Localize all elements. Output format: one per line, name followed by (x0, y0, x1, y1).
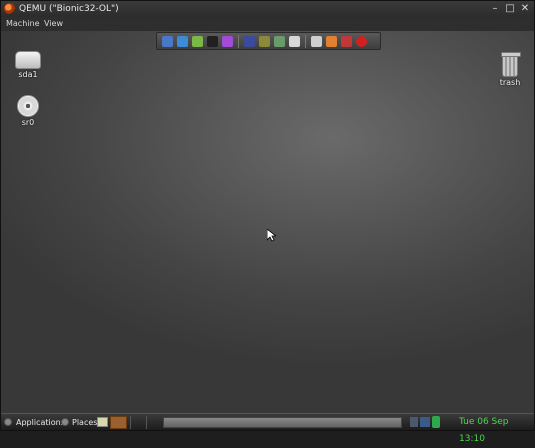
clock[interactable]: Tue 06 Sep 13:10 (459, 414, 534, 448)
title-bar[interactable]: QEMU ("Bionic32-OL") – □ ✕ (1, 1, 534, 17)
places-menu[interactable]: Places (72, 414, 97, 431)
applications-menu-icon (4, 418, 12, 426)
dock-separator (305, 35, 306, 48)
trash-icon (501, 52, 521, 77)
desktop-icon-label: sda1 (18, 70, 38, 79)
applications-menu[interactable]: Applications (16, 414, 65, 431)
bottom-panel: Applications Places Tue 06 Sep 13:10 (1, 413, 534, 444)
desktop-icon-sr0[interactable]: sr0 (8, 95, 48, 127)
editor-icon[interactable] (244, 36, 255, 47)
gear-icon[interactable] (311, 36, 322, 47)
menu-bar: Machine View (1, 17, 534, 31)
battery-icon[interactable] (432, 416, 440, 428)
power-icon[interactable] (356, 36, 367, 47)
desktop-icon-trash[interactable]: trash (490, 52, 530, 87)
document-icon[interactable] (289, 36, 300, 47)
network-icon[interactable] (341, 36, 352, 47)
browser-icon[interactable] (177, 36, 188, 47)
top-dock (156, 32, 381, 50)
qemu-logo-icon (4, 3, 15, 14)
workspace-switcher[interactable] (110, 416, 127, 429)
tools-icon[interactable] (259, 36, 270, 47)
desktop[interactable]: sda1 sr0 trash (1, 31, 534, 413)
places-menu-icon (61, 418, 69, 426)
qemu-window: QEMU ("Bionic32-OL") – □ ✕ Machine View … (0, 0, 535, 444)
terminal-icon[interactable] (207, 36, 218, 47)
dock-separator (238, 35, 239, 48)
mouse-cursor-icon (267, 229, 276, 242)
drive-icon (15, 51, 41, 69)
chat-icon[interactable] (192, 36, 203, 47)
volume-icon[interactable] (410, 417, 418, 427)
desktop-icon-label: sr0 (21, 118, 35, 127)
desktop-icon-sda1[interactable]: sda1 (8, 51, 48, 79)
panel-separator (130, 416, 131, 429)
network-icon[interactable] (420, 417, 430, 427)
home-icon[interactable] (162, 36, 173, 47)
minimize-button[interactable]: – (488, 1, 502, 17)
search-icon[interactable] (274, 36, 285, 47)
taskbar-area[interactable] (163, 417, 402, 428)
window-title: QEMU ("Bionic32-OL") (19, 4, 119, 14)
disc-icon (17, 95, 39, 117)
package-icon[interactable] (326, 36, 337, 47)
close-button[interactable]: ✕ (518, 1, 532, 17)
menu-view[interactable]: View (44, 17, 63, 31)
panel-separator (146, 416, 147, 429)
show-desktop-icon[interactable] (97, 417, 108, 427)
maximize-button[interactable]: □ (503, 1, 517, 17)
settings-purple-icon[interactable] (222, 36, 233, 47)
desktop-icon-label: trash (499, 78, 521, 87)
menu-machine[interactable]: Machine (6, 17, 40, 31)
